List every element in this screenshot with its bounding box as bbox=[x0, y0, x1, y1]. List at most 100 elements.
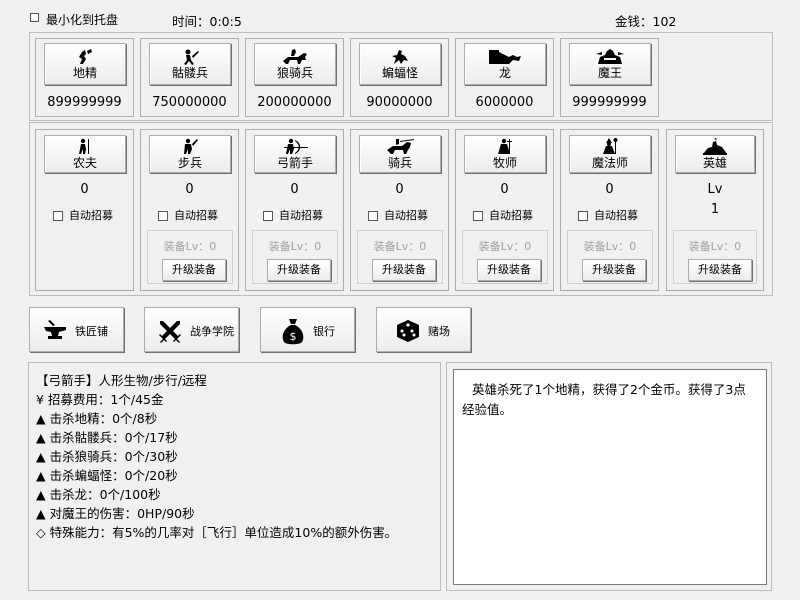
enemy-count: 6000000 bbox=[475, 95, 534, 110]
recruit-unit-button[interactable]: 步兵 bbox=[149, 135, 231, 173]
equipment-box: 装备Lv：0 升级装备 bbox=[252, 230, 338, 284]
minimize-to-tray-checkbox[interactable] bbox=[30, 13, 39, 22]
auto-recruit-checkbox[interactable] bbox=[578, 211, 588, 221]
unit-info-title: 【弓箭手】人形生物/步行/远程 bbox=[36, 373, 207, 388]
minimize-to-tray-label[interactable]: 最小化到托盘 bbox=[46, 11, 118, 28]
auto-recruit-checkbox[interactable] bbox=[53, 211, 63, 221]
priest-icon bbox=[465, 138, 545, 156]
unit-name: 骑兵 bbox=[387, 156, 412, 170]
auto-recruit-toggle[interactable]: 自动招募 bbox=[368, 207, 428, 223]
dragon-icon bbox=[465, 48, 545, 66]
war-academy-button[interactable]: 战争学院 bbox=[144, 307, 239, 352]
auto-recruit-checkbox[interactable] bbox=[368, 211, 378, 221]
auto-recruit-label: 自动招募 bbox=[174, 209, 218, 222]
recruit-unit-button[interactable]: 魔法师 bbox=[569, 135, 651, 173]
hero-upgrade-equipment-button[interactable]: 升级装备 bbox=[688, 259, 752, 281]
unit-info-line: ▲ 击杀狼骑兵：0个/30秒 bbox=[36, 449, 178, 464]
unit-count: 0 bbox=[500, 182, 509, 197]
top-bar: 最小化到托盘 时间：0:0:5 金钱：102 bbox=[0, 0, 800, 32]
auto-recruit-checkbox[interactable] bbox=[473, 211, 483, 221]
enemy-button[interactable]: 狼骑兵 bbox=[254, 43, 336, 85]
auto-recruit-label: 自动招募 bbox=[69, 209, 113, 222]
enemy-name: 魔王 bbox=[597, 66, 622, 80]
upgrade-equipment-button[interactable]: 升级装备 bbox=[582, 259, 646, 281]
unit-count: 0 bbox=[290, 182, 299, 197]
archer-icon bbox=[255, 138, 335, 156]
hero-lv-value: 1 bbox=[710, 202, 720, 217]
auto-recruit-toggle[interactable]: 自动招募 bbox=[578, 207, 638, 223]
skeleton-icon bbox=[150, 48, 230, 66]
recruit-unit-button[interactable]: 骑兵 bbox=[359, 135, 441, 173]
farmer-icon bbox=[45, 138, 125, 156]
auto-recruit-label: 自动招募 bbox=[489, 209, 533, 222]
enemy-button[interactable]: 地精 bbox=[44, 43, 126, 85]
mage-icon bbox=[570, 138, 650, 156]
money-bag-icon: $ bbox=[281, 318, 305, 349]
bat-icon bbox=[360, 48, 440, 66]
unit-info-panel: 【弓箭手】人形生物/步行/远程 ¥ 招募费用：1个/45金 ▲ 击杀地精：0个/8… bbox=[28, 362, 441, 591]
hero-label: 英雄 bbox=[702, 156, 727, 170]
unit-panel: 弓箭手 0 自动招募 装备Lv：0 升级装备 bbox=[245, 129, 344, 291]
upgrade-equipment-button[interactable]: 升级装备 bbox=[477, 259, 541, 281]
hero-icon bbox=[676, 138, 754, 156]
auto-recruit-toggle[interactable]: 自动招募 bbox=[53, 207, 113, 223]
enemy-panel: 狼骑兵 200000000 bbox=[245, 38, 344, 117]
auto-recruit-toggle[interactable]: 自动招募 bbox=[473, 207, 533, 223]
upgrade-equipment-button[interactable]: 升级装备 bbox=[162, 259, 226, 281]
bank-label: 银行 bbox=[313, 325, 335, 338]
unit-panel: 牧师 0 自动招募 装备Lv：0 升级装备 bbox=[455, 129, 554, 291]
bank-button[interactable]: $ 银行 bbox=[260, 307, 355, 352]
battle-log-text[interactable]: 英雄杀死了1个地精，获得了2个金币。获得了3点经验值。 bbox=[453, 369, 767, 585]
recruit-unit-button[interactable]: 牧师 bbox=[464, 135, 546, 173]
hero-equip-level: 装备Lv：0 bbox=[688, 240, 742, 253]
demon-king-icon bbox=[570, 48, 650, 66]
hero-lv-label: Lv bbox=[707, 182, 723, 197]
auto-recruit-checkbox[interactable] bbox=[158, 211, 168, 221]
enemy-button[interactable]: 龙 bbox=[464, 43, 546, 85]
enemy-name: 骷髅兵 bbox=[171, 66, 208, 80]
unit-info-line: ◇ 特殊能力：有5%的几率对［飞行］单位造成10%的额外伤害。 bbox=[36, 525, 398, 540]
upgrade-equipment-button[interactable]: 升级装备 bbox=[267, 259, 331, 281]
enemy-name: 地精 bbox=[72, 66, 97, 80]
unit-info-lines: ¥ 招募费用：1个/45金 ▲ 击杀地精：0个/8秒 ▲ 击杀骷髅兵：0个/17秒 ▲… bbox=[36, 390, 397, 542]
auto-recruit-label: 自动招募 bbox=[594, 209, 638, 222]
equipment-box: 装备Lv：0 升级装备 bbox=[462, 230, 548, 284]
unit-info-line: ▲ 击杀蝙蝠怪：0个/20秒 bbox=[36, 468, 178, 483]
unit-info-line: ▲ 击杀地精：0个/8秒 bbox=[36, 411, 158, 426]
auto-recruit-toggle[interactable]: 自动招募 bbox=[263, 207, 323, 223]
unit-info-line: ▲ 击杀骷髅兵：0个/17秒 bbox=[36, 430, 178, 445]
upgrade-equipment-button[interactable]: 升级装备 bbox=[372, 259, 436, 281]
equipment-box: 装备Lv：0 升级装备 bbox=[567, 230, 653, 284]
recruit-unit-button[interactable]: 农夫 bbox=[44, 135, 126, 173]
enemy-count: 999999999 bbox=[572, 95, 647, 110]
equipment-level: 装备Lv：0 bbox=[268, 240, 322, 253]
equipment-level: 装备Lv：0 bbox=[163, 240, 217, 253]
time-display: 时间：0:0:5 bbox=[172, 14, 242, 29]
auto-recruit-toggle[interactable]: 自动招募 bbox=[158, 207, 218, 223]
casino-label: 赌场 bbox=[428, 325, 450, 338]
enemy-panel: 龙 6000000 bbox=[455, 38, 554, 117]
equipment-level: 装备Lv：0 bbox=[583, 240, 637, 253]
equipment-level: 装备Lv：0 bbox=[478, 240, 532, 253]
unit-info-line: ¥ 招募费用：1个/45金 bbox=[36, 392, 164, 407]
enemy-button[interactable]: 蝙蝠怪 bbox=[359, 43, 441, 85]
auto-recruit-checkbox[interactable] bbox=[263, 211, 273, 221]
enemy-button[interactable]: 魔王 bbox=[569, 43, 651, 85]
goblin-icon bbox=[45, 48, 125, 66]
enemy-panel: 魔王 999999999 bbox=[560, 38, 659, 117]
unit-count: 0 bbox=[395, 182, 404, 197]
hero-equip-box: 装备Lv：0 升级装备 bbox=[673, 230, 757, 284]
unit-panel: 骑兵 0 自动招募 装备Lv：0 升级装备 bbox=[350, 129, 449, 291]
unit-name: 牧师 bbox=[492, 156, 517, 170]
unit-info-line: ▲ 对魔王的伤害：0HP/90秒 bbox=[36, 506, 195, 521]
auto-recruit-label: 自动招募 bbox=[384, 209, 428, 222]
unit-info-line: ▲ 击杀龙：0个/100秒 bbox=[36, 487, 161, 502]
log-panel: 英雄杀死了1个地精，获得了2个金币。获得了3点经验值。 bbox=[446, 362, 772, 591]
unit-count: 0 bbox=[80, 182, 89, 197]
equipment-box: 装备Lv：0 升级装备 bbox=[147, 230, 233, 284]
hero-button[interactable]: 英雄 bbox=[675, 135, 755, 173]
casino-button[interactable]: 赌场 bbox=[376, 307, 471, 352]
recruit-unit-button[interactable]: 弓箭手 bbox=[254, 135, 336, 173]
enemy-button[interactable]: 骷髅兵 bbox=[149, 43, 231, 85]
blacksmith-button[interactable]: 铁匠铺 bbox=[29, 307, 124, 352]
